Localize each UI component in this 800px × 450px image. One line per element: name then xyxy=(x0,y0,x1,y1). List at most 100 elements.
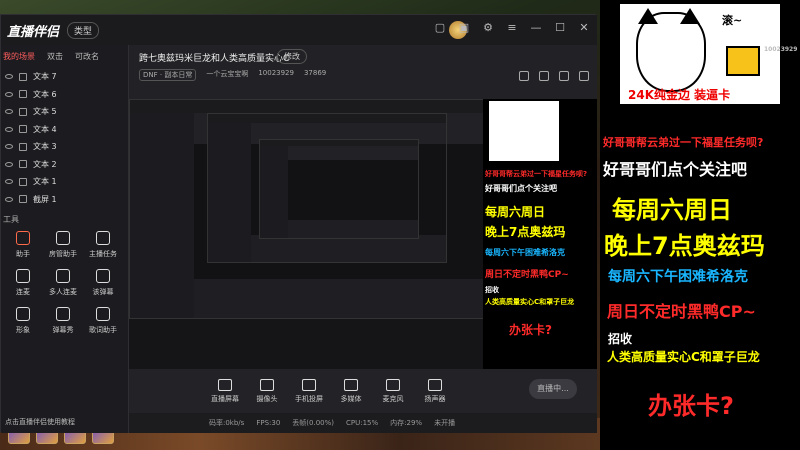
multi-user-icon xyxy=(56,269,70,283)
visibility-icon[interactable] xyxy=(5,196,13,202)
overlay-line-request: 好哥哥帮云弟过一下福星任务呗? xyxy=(603,136,764,149)
source-item[interactable]: 截屏 1 xyxy=(1,191,128,209)
tool-avatar[interactable]: 形象 xyxy=(3,307,43,335)
fullscreen-icon[interactable] xyxy=(539,71,549,81)
source-item[interactable]: 文本 2 xyxy=(1,156,128,174)
nested-cat-card xyxy=(489,101,559,161)
microphone-icon xyxy=(386,378,400,391)
watermark: 10023929 xyxy=(764,46,798,53)
speaker-button[interactable]: 扬声器 xyxy=(415,378,455,404)
visibility-icon[interactable] xyxy=(5,179,13,185)
tool-co-stream[interactable]: 连麦 xyxy=(3,269,43,297)
overlay-line-card: 办张卡? xyxy=(648,392,734,420)
visibility-icon[interactable] xyxy=(5,74,13,80)
nested-overlay-panel: 好哥哥帮云弟过一下福星任务呗? 好哥哥们点个关注吧 每周六周日 晚上7点奥兹玛 … xyxy=(483,99,597,369)
screen: 直播伴侣 类型 ▢ ▣ ⚙ ≡ — ☐ ✕ 我的场景 双击 可改名 文本 7 文 xyxy=(0,0,800,450)
source-item[interactable]: 文本 5 xyxy=(1,103,128,121)
maximize-icon[interactable]: ☐ xyxy=(553,21,567,35)
source-label: 文本 7 xyxy=(33,72,57,82)
visibility-icon[interactable] xyxy=(5,126,13,132)
source-item[interactable]: 文本 4 xyxy=(1,121,128,139)
visibility-icon[interactable] xyxy=(5,161,13,167)
sidebar: 我的场景 双击 可改名 文本 7 文本 6 文本 5 文本 4 文本 3 文本 … xyxy=(1,45,129,433)
bitrate: 码率:0kb/s xyxy=(209,419,245,427)
tab-rename[interactable]: 可改名 xyxy=(75,51,99,62)
cat-face-icon xyxy=(636,12,706,92)
overlay-line-wanted: 人类高质量实心C和罩子巨龙 xyxy=(607,350,760,364)
start-stream-button[interactable]: 直播中... xyxy=(529,379,577,399)
overlay-line-cp: 周日不定时黑鸭CP~ xyxy=(607,302,756,321)
overlay-line-ozma: 晚上7点奥兹玛 xyxy=(604,232,765,260)
viewer-count: 37869 xyxy=(303,69,327,77)
tutorial-link[interactable]: 点击直播伴侣使用教程 xyxy=(1,417,75,427)
stream-state: 未开播 xyxy=(434,419,456,427)
tool-danmaku-show[interactable]: 弹幕秀 xyxy=(43,307,83,335)
phone-icon xyxy=(302,378,316,391)
message-icon[interactable]: ▢ xyxy=(433,21,447,35)
close-icon[interactable]: ✕ xyxy=(577,21,591,35)
live-companion-window: 直播伴侣 类型 ▢ ▣ ⚙ ≡ — ☐ ✕ 我的场景 双击 可改名 文本 7 文 xyxy=(0,14,597,433)
tab-double-click[interactable]: 双击 xyxy=(47,51,63,62)
assistant-icon xyxy=(16,231,30,245)
visibility-icon[interactable] xyxy=(5,109,13,115)
source-label: 文本 2 xyxy=(33,159,57,169)
type-tag[interactable]: 类型 xyxy=(67,21,100,39)
tool-danmaku[interactable]: 该弹幕 xyxy=(83,269,123,297)
room-id: 10023929 xyxy=(258,69,294,77)
layout-icon[interactable] xyxy=(519,71,529,81)
tool-assistant[interactable]: 助手 xyxy=(3,231,43,259)
text-source-icon xyxy=(19,72,27,81)
visibility-icon[interactable] xyxy=(5,144,13,150)
multimedia-button[interactable]: 多媒体 xyxy=(331,378,371,404)
source-label: 文本 3 xyxy=(33,142,57,152)
play-icon xyxy=(344,378,358,391)
visibility-icon[interactable] xyxy=(5,91,13,97)
danmaku-icon xyxy=(96,269,110,283)
mirror-icon[interactable] xyxy=(559,71,569,81)
tool-room-manager[interactable]: 房管助手 xyxy=(43,231,83,259)
overlay-line-weekend: 每周六周日 xyxy=(612,196,732,224)
host-name: 一个云宝宝啊 xyxy=(206,70,249,78)
camera-button[interactable]: 摄像头 xyxy=(247,378,287,404)
minimize-icon[interactable]: — xyxy=(529,21,543,35)
nested-capture xyxy=(259,139,419,239)
speech-bubble: 滚~ xyxy=(722,14,743,27)
app-logo: 直播伴侣 xyxy=(7,24,60,40)
meme-card: 滚~ 24K纯金边 装逼卡 xyxy=(620,4,780,104)
source-item[interactable]: 文本 3 xyxy=(1,138,128,156)
stream-preview[interactable]: 好哥哥帮云弟过一下福星任务呗? 好哥哥们点个关注吧 每周六周日 晚上7点奥兹玛 … xyxy=(129,99,597,369)
stream-info: 跨七奥兹玛米巨龙和人类高质量实心C 修改 DNF · 副本日常 一个云宝宝啊 1… xyxy=(129,45,597,99)
tools-grid: 助手 房管助手 主播任务 连麦 多人连麦 该弹幕 形象 弹幕秀 歌词助手 xyxy=(1,231,128,335)
overlay-line-follow: 好哥哥们点个关注吧 xyxy=(603,160,748,179)
screen-capture-button[interactable]: 直播屏幕 xyxy=(205,378,245,404)
tool-lyrics[interactable]: 歌词助手 xyxy=(83,307,123,335)
category-badge[interactable]: DNF · 副本日常 xyxy=(139,69,197,81)
settings-icon[interactable]: ⚙ xyxy=(481,21,495,35)
source-item[interactable]: 文本 1 xyxy=(1,173,128,191)
gift-icon[interactable]: ▣ xyxy=(457,21,471,35)
menu-icon[interactable]: ≡ xyxy=(505,21,519,35)
camera-icon xyxy=(260,378,274,391)
speaker-icon xyxy=(428,378,442,391)
phone-cast-button[interactable]: 手机投屏 xyxy=(289,378,329,404)
microphone-button[interactable]: 麦克风 xyxy=(373,378,413,404)
co-stream-icon xyxy=(16,269,30,283)
share-icon[interactable] xyxy=(579,71,589,81)
task-icon xyxy=(96,231,110,245)
tool-host-tasks[interactable]: 主播任务 xyxy=(83,231,123,259)
stream-meta: DNF · 副本日常 一个云宝宝啊 10023929 37869 xyxy=(139,69,326,81)
tab-my-scene[interactable]: 我的场景 xyxy=(3,51,35,62)
monitor-icon xyxy=(218,378,232,391)
source-toolbar: 直播屏幕 摄像头 手机投屏 多媒体 麦克风 扬声器 直播中... xyxy=(129,369,597,413)
text-source-icon xyxy=(19,177,27,186)
tool-multi-co-stream[interactable]: 多人连麦 xyxy=(43,269,83,297)
text-source-icon xyxy=(19,107,27,116)
text-source-icon xyxy=(19,142,27,151)
source-label: 文本 5 xyxy=(33,107,57,117)
edit-title-button[interactable]: 修改 xyxy=(277,49,307,64)
source-item[interactable]: 文本 7 xyxy=(1,68,128,86)
source-item[interactable]: 文本 6 xyxy=(1,86,128,104)
text-source-icon xyxy=(19,90,27,99)
fps: FPS:30 xyxy=(256,419,281,427)
preview-tools xyxy=(519,71,589,81)
